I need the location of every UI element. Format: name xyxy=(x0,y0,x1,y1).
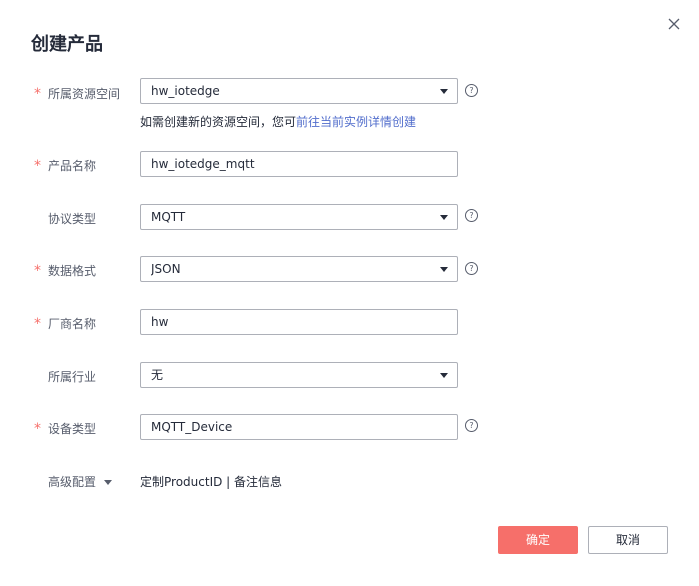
protocol-label: 协议类型 xyxy=(48,212,97,226)
separator: | xyxy=(226,475,231,489)
protocol-value: MQTT xyxy=(151,210,186,224)
required-mark: * xyxy=(34,263,41,279)
advanced-config-options: 定制ProductID | 备注信息 xyxy=(140,474,282,490)
resource-space-select[interactable]: hw_iotedge xyxy=(140,78,458,104)
resource-space-hint: 如需创建新的资源空间，您可前往当前实例详情创建 xyxy=(140,114,416,130)
remark-info-link[interactable]: 备注信息 xyxy=(234,475,282,489)
confirm-button[interactable]: 确定 xyxy=(498,526,578,554)
required-mark: * xyxy=(34,421,41,437)
advanced-config-toggle[interactable]: 高级配置 xyxy=(48,474,113,490)
device-type-input[interactable]: MQTT_Device xyxy=(140,414,458,440)
required-mark: * xyxy=(34,158,41,174)
device-type-label: 设备类型 xyxy=(48,422,97,436)
chevron-down-icon xyxy=(440,89,448,94)
chevron-down-icon xyxy=(440,373,448,378)
manufacturer-label: 厂商名称 xyxy=(48,317,97,331)
manufacturer-input[interactable]: hw xyxy=(140,309,458,335)
data-format-label: 数据格式 xyxy=(48,264,97,278)
industry-label: 所属行业 xyxy=(48,370,97,384)
help-icon[interactable]: ? xyxy=(465,262,478,275)
product-name-label: 产品名称 xyxy=(48,159,97,173)
dialog-title: 创建产品 xyxy=(31,34,103,55)
caret-down-icon xyxy=(104,480,113,485)
manufacturer-value: hw xyxy=(151,315,169,329)
close-icon[interactable] xyxy=(664,14,684,34)
custom-product-id-link[interactable]: 定制ProductID xyxy=(140,475,222,489)
required-mark: * xyxy=(34,316,41,332)
industry-value: 无 xyxy=(151,368,164,382)
resource-space-value: hw_iotedge xyxy=(151,84,220,98)
product-name-input[interactable]: hw_iotedge_mqtt xyxy=(140,151,458,177)
cancel-button[interactable]: 取消 xyxy=(588,526,668,554)
protocol-select[interactable]: MQTT xyxy=(140,204,458,230)
resource-space-label: 所属资源空间 xyxy=(48,87,121,101)
data-format-select[interactable]: JSON xyxy=(140,256,458,282)
product-name-value: hw_iotedge_mqtt xyxy=(151,157,255,171)
create-in-instance-link[interactable]: 前往当前实例详情创建 xyxy=(296,115,416,129)
chevron-down-icon xyxy=(440,267,448,272)
industry-select[interactable]: 无 xyxy=(140,362,458,388)
device-type-value: MQTT_Device xyxy=(151,420,233,434)
chevron-down-icon xyxy=(440,215,448,220)
advanced-config-label: 高级配置 xyxy=(48,475,97,489)
create-product-dialog: 创建产品 * 所属资源空间 hw_iotedge ? 如需创建新的资源空间，您可… xyxy=(0,0,699,586)
help-icon[interactable]: ? xyxy=(465,84,478,97)
required-mark: * xyxy=(34,86,41,102)
data-format-value: JSON xyxy=(151,262,181,276)
help-icon[interactable]: ? xyxy=(465,209,478,222)
hint-text: 如需创建新的资源空间，您可 xyxy=(140,115,297,129)
help-icon[interactable]: ? xyxy=(465,419,478,432)
